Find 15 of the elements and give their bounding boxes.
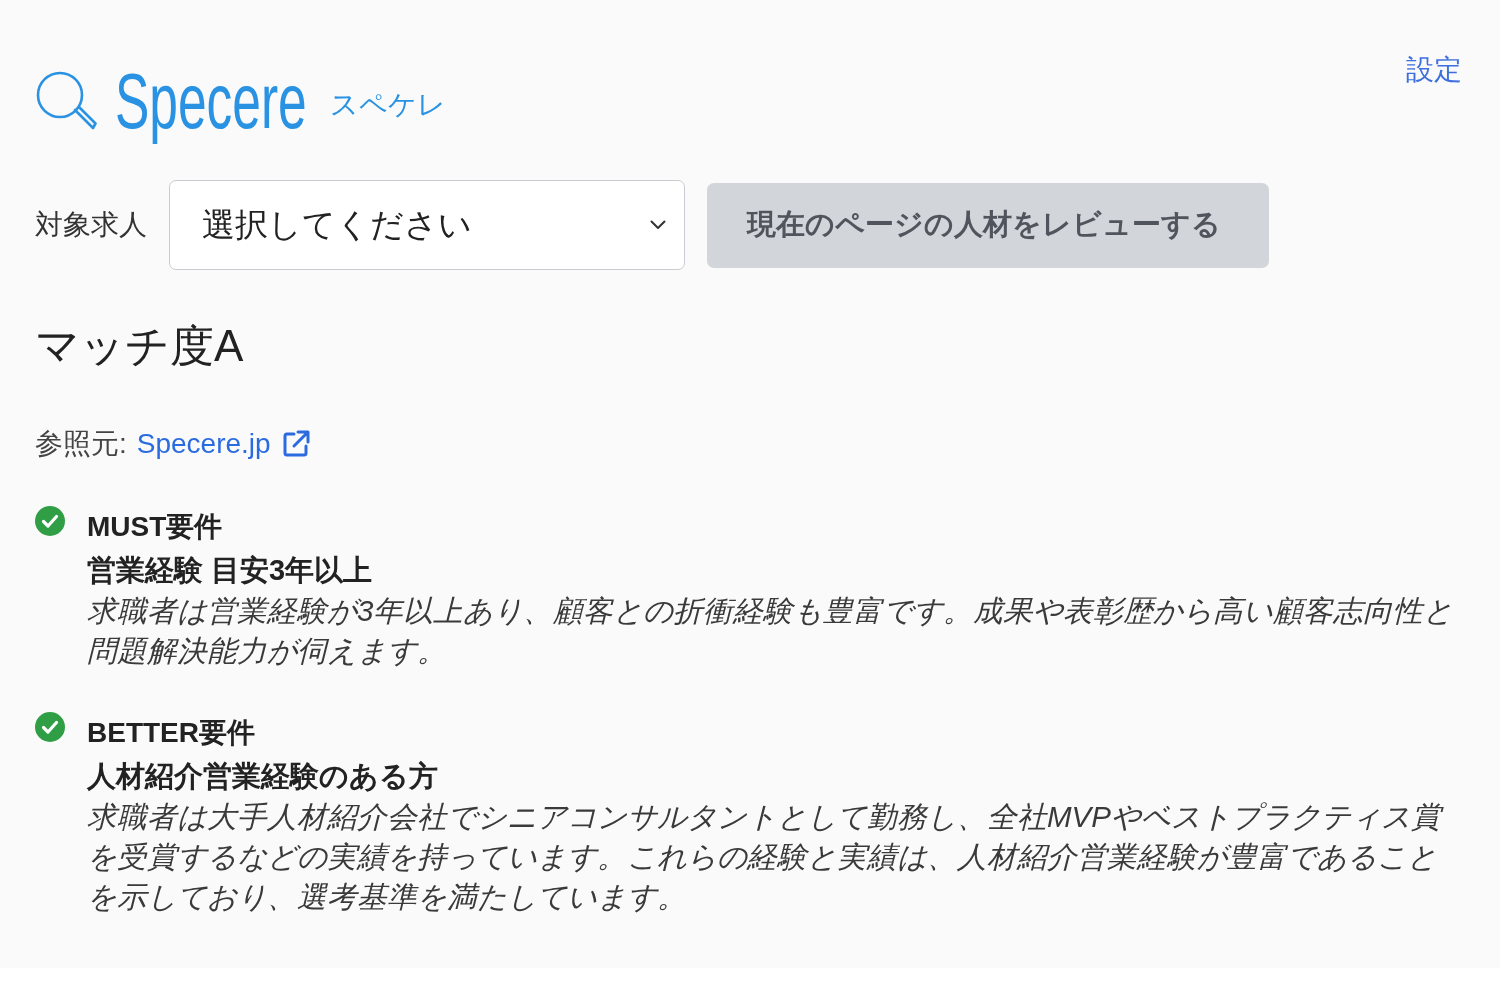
source-link[interactable]: Specere.jp bbox=[136, 426, 271, 462]
requirement-text: 人材紹介営業経験のある方 bbox=[87, 759, 439, 794]
logo-subtitle: スペケレ bbox=[329, 88, 446, 122]
chevron-down-icon bbox=[650, 220, 666, 230]
job-select-label: 対象求人 bbox=[35, 208, 147, 242]
assessment-text: 求職者は大手人材紹介会社でシニアコンサルタントとして勤務し、全社MVPやベストプラクティス賞を受賞するなどの実績を持っています。これらの経験と実績は、人材紹介営業経験が豊富であることを示しており、選考基準を満たしています。 bbox=[87, 797, 1462, 917]
source-label: 参照元: bbox=[35, 427, 127, 461]
assessment-text: 求職者は営業経験が3年以上あり、顧客との折衝経験も豊富です。成果や表彰歴から高い顧客志向性と問題解決能力が伺えます。 bbox=[87, 593, 1455, 669]
requirement-title: BETTER要件 bbox=[87, 716, 256, 750]
requirement-text: 営業経験 目安3年以上 bbox=[87, 553, 374, 588]
match-grade-heading: マッチ度A bbox=[35, 320, 245, 372]
settings-link[interactable]: 設定 bbox=[1406, 52, 1462, 88]
requirement-title: MUST要件 bbox=[87, 510, 224, 544]
job-select-field[interactable]: 選択してください bbox=[169, 180, 685, 270]
magnifier-logo-icon bbox=[35, 70, 97, 132]
